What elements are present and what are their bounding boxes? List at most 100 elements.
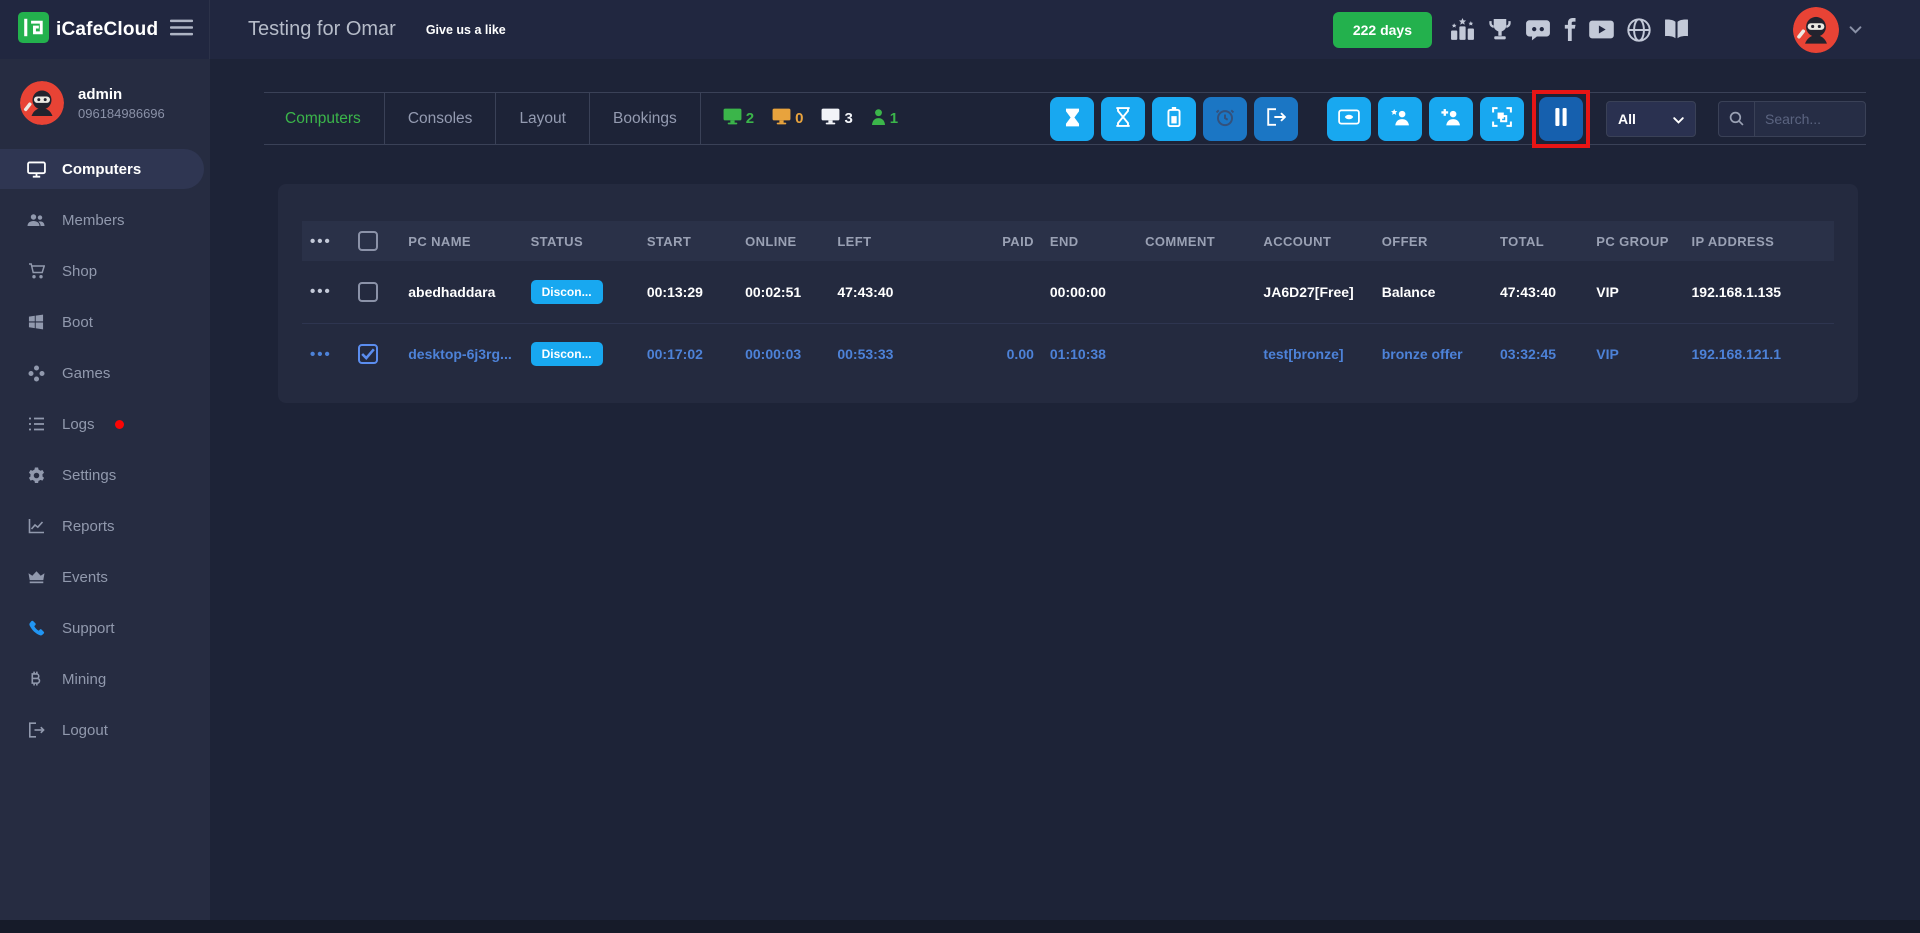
search-box xyxy=(1718,101,1866,137)
brand-logo-icon xyxy=(18,12,49,48)
sidebar: admin 096184986696 Computers Members Sho… xyxy=(0,59,210,920)
tab-layout[interactable]: Layout xyxy=(496,93,590,144)
sidebar-item-logout[interactable]: Logout xyxy=(0,710,210,750)
hamburger-menu-icon[interactable] xyxy=(170,19,193,41)
sidebar-item-shop[interactable]: Shop xyxy=(0,251,210,291)
admin-avatar xyxy=(20,81,64,125)
add-member-button[interactable] xyxy=(1429,97,1473,141)
row-menu-icon[interactable]: ••• xyxy=(310,233,332,250)
members-icon xyxy=(26,213,46,228)
sidebar-item-events[interactable]: Events xyxy=(0,557,210,597)
header-start: START xyxy=(639,221,737,261)
give-us-a-like-link[interactable]: Give us a like xyxy=(426,23,506,37)
status-counters: 2 0 3 1 xyxy=(723,93,898,144)
tab-bookings[interactable]: Bookings xyxy=(590,93,701,144)
facebook-icon[interactable] xyxy=(1564,18,1576,41)
monitor-icon xyxy=(821,108,840,129)
days-remaining-button[interactable]: 222 days xyxy=(1333,12,1432,48)
sidebar-item-label: Logs xyxy=(62,416,95,433)
cell-total: 47:43:40 xyxy=(1492,261,1588,323)
sidebar-item-label: Shop xyxy=(62,263,97,280)
highlight-box xyxy=(1532,90,1590,148)
crown-icon xyxy=(26,570,46,584)
select-all-checkbox[interactable] xyxy=(358,231,378,251)
ranking-icon[interactable] xyxy=(1450,18,1475,41)
hourglass-outline-button[interactable] xyxy=(1101,97,1145,141)
hourglass-outline-icon xyxy=(1114,107,1132,130)
screen-capture-icon xyxy=(1492,107,1512,130)
alarm-clock-icon xyxy=(1215,107,1235,130)
member-star-icon xyxy=(1389,108,1411,130)
youtube-icon[interactable] xyxy=(1589,20,1614,39)
sidebar-item-support[interactable]: Support xyxy=(0,608,210,648)
globe-icon[interactable] xyxy=(1627,18,1651,42)
brand[interactable]: iCafeCloud xyxy=(18,12,158,48)
pause-button[interactable] xyxy=(1539,97,1583,141)
hourglass-filled-icon xyxy=(1064,108,1081,130)
row-checkbox-checked[interactable] xyxy=(358,344,378,364)
status-badge: Discon... xyxy=(531,280,603,304)
person-icon xyxy=(871,109,886,129)
list-icon xyxy=(26,417,46,431)
sidebar-item-boot[interactable]: Boot xyxy=(0,302,210,342)
header-online: ONLINE xyxy=(737,221,829,261)
row-menu-icon[interactable]: ••• xyxy=(310,346,332,363)
cell-pc-name[interactable]: abedhaddara xyxy=(400,261,522,323)
toolbar: All xyxy=(1043,93,1866,144)
computers-table-panel: ••• PC NAME STATUS START ONLINE LEFT PAI… xyxy=(278,184,1858,403)
checkout-button[interactable] xyxy=(1254,97,1298,141)
sidebar-item-label: Computers xyxy=(62,161,141,178)
header-pc-name: PC NAME xyxy=(400,221,522,261)
cell-online: 00:00:03 xyxy=(737,323,829,385)
header-menu: ••• xyxy=(302,221,350,261)
sidebar-item-settings[interactable]: Settings xyxy=(0,455,210,495)
monitor-icon xyxy=(26,161,46,178)
table-row[interactable]: ••• desktop-6j3rg... Discon... 00:17:02 … xyxy=(302,323,1834,385)
sidebar-item-logs[interactable]: Logs xyxy=(0,404,210,444)
tab-computers[interactable]: Computers xyxy=(264,93,385,144)
cell-pc-name[interactable]: desktop-6j3rg... xyxy=(400,323,522,385)
phone-icon xyxy=(26,620,46,637)
hourglass-filled-button[interactable] xyxy=(1050,97,1094,141)
gamepad-icon xyxy=(26,365,46,382)
pc-group-filter-select[interactable]: All xyxy=(1606,101,1696,137)
chevron-down-icon xyxy=(1673,111,1684,127)
tab-consoles[interactable]: Consoles xyxy=(385,93,497,144)
chart-icon xyxy=(26,518,46,534)
sidebar-item-games[interactable]: Games xyxy=(0,353,210,393)
cart-icon xyxy=(26,263,46,279)
battery-icon xyxy=(1167,107,1181,130)
alarm-button[interactable] xyxy=(1203,97,1247,141)
guest-member-button[interactable] xyxy=(1378,97,1422,141)
battery-button[interactable] xyxy=(1152,97,1196,141)
cell-start: 00:17:02 xyxy=(639,323,737,385)
topbar-brand-area: iCafeCloud xyxy=(0,0,210,59)
sidebar-item-members[interactable]: Members xyxy=(0,200,210,240)
sidebar-item-mining[interactable]: Mining xyxy=(0,659,210,699)
header-status: STATUS xyxy=(523,221,639,261)
header-checkbox xyxy=(350,221,400,261)
table-row[interactable]: ••• abedhaddara Discon... 00:13:29 00:02… xyxy=(302,261,1834,323)
busy-pc-counter: 0 xyxy=(772,108,803,129)
search-icon[interactable] xyxy=(1719,102,1755,136)
discord-icon[interactable] xyxy=(1525,19,1551,41)
trophy-icon[interactable] xyxy=(1488,18,1512,41)
logout-icon xyxy=(26,722,46,738)
cell-pc-group: VIP xyxy=(1588,261,1683,323)
cell-comment xyxy=(1137,323,1255,385)
search-input[interactable] xyxy=(1755,102,1865,136)
sidebar-item-computers[interactable]: Computers xyxy=(0,149,204,189)
screen-capture-button[interactable] xyxy=(1480,97,1524,141)
cell-end: 01:10:38 xyxy=(1042,323,1137,385)
row-menu-icon[interactable]: ••• xyxy=(310,283,332,300)
sidebar-item-reports[interactable]: Reports xyxy=(0,506,210,546)
main-content: Computers Consoles Layout Bookings 2 0 3… xyxy=(210,59,1920,920)
admin-profile[interactable]: admin 096184986696 xyxy=(0,59,210,125)
row-checkbox[interactable] xyxy=(358,282,378,302)
sidebar-item-label: Mining xyxy=(62,671,106,688)
online-pc-counter: 2 xyxy=(723,108,754,129)
cash-button[interactable] xyxy=(1327,97,1371,141)
user-menu[interactable] xyxy=(1793,7,1862,53)
manual-icon[interactable] xyxy=(1664,19,1689,40)
sidebar-item-label: Events xyxy=(62,569,108,586)
